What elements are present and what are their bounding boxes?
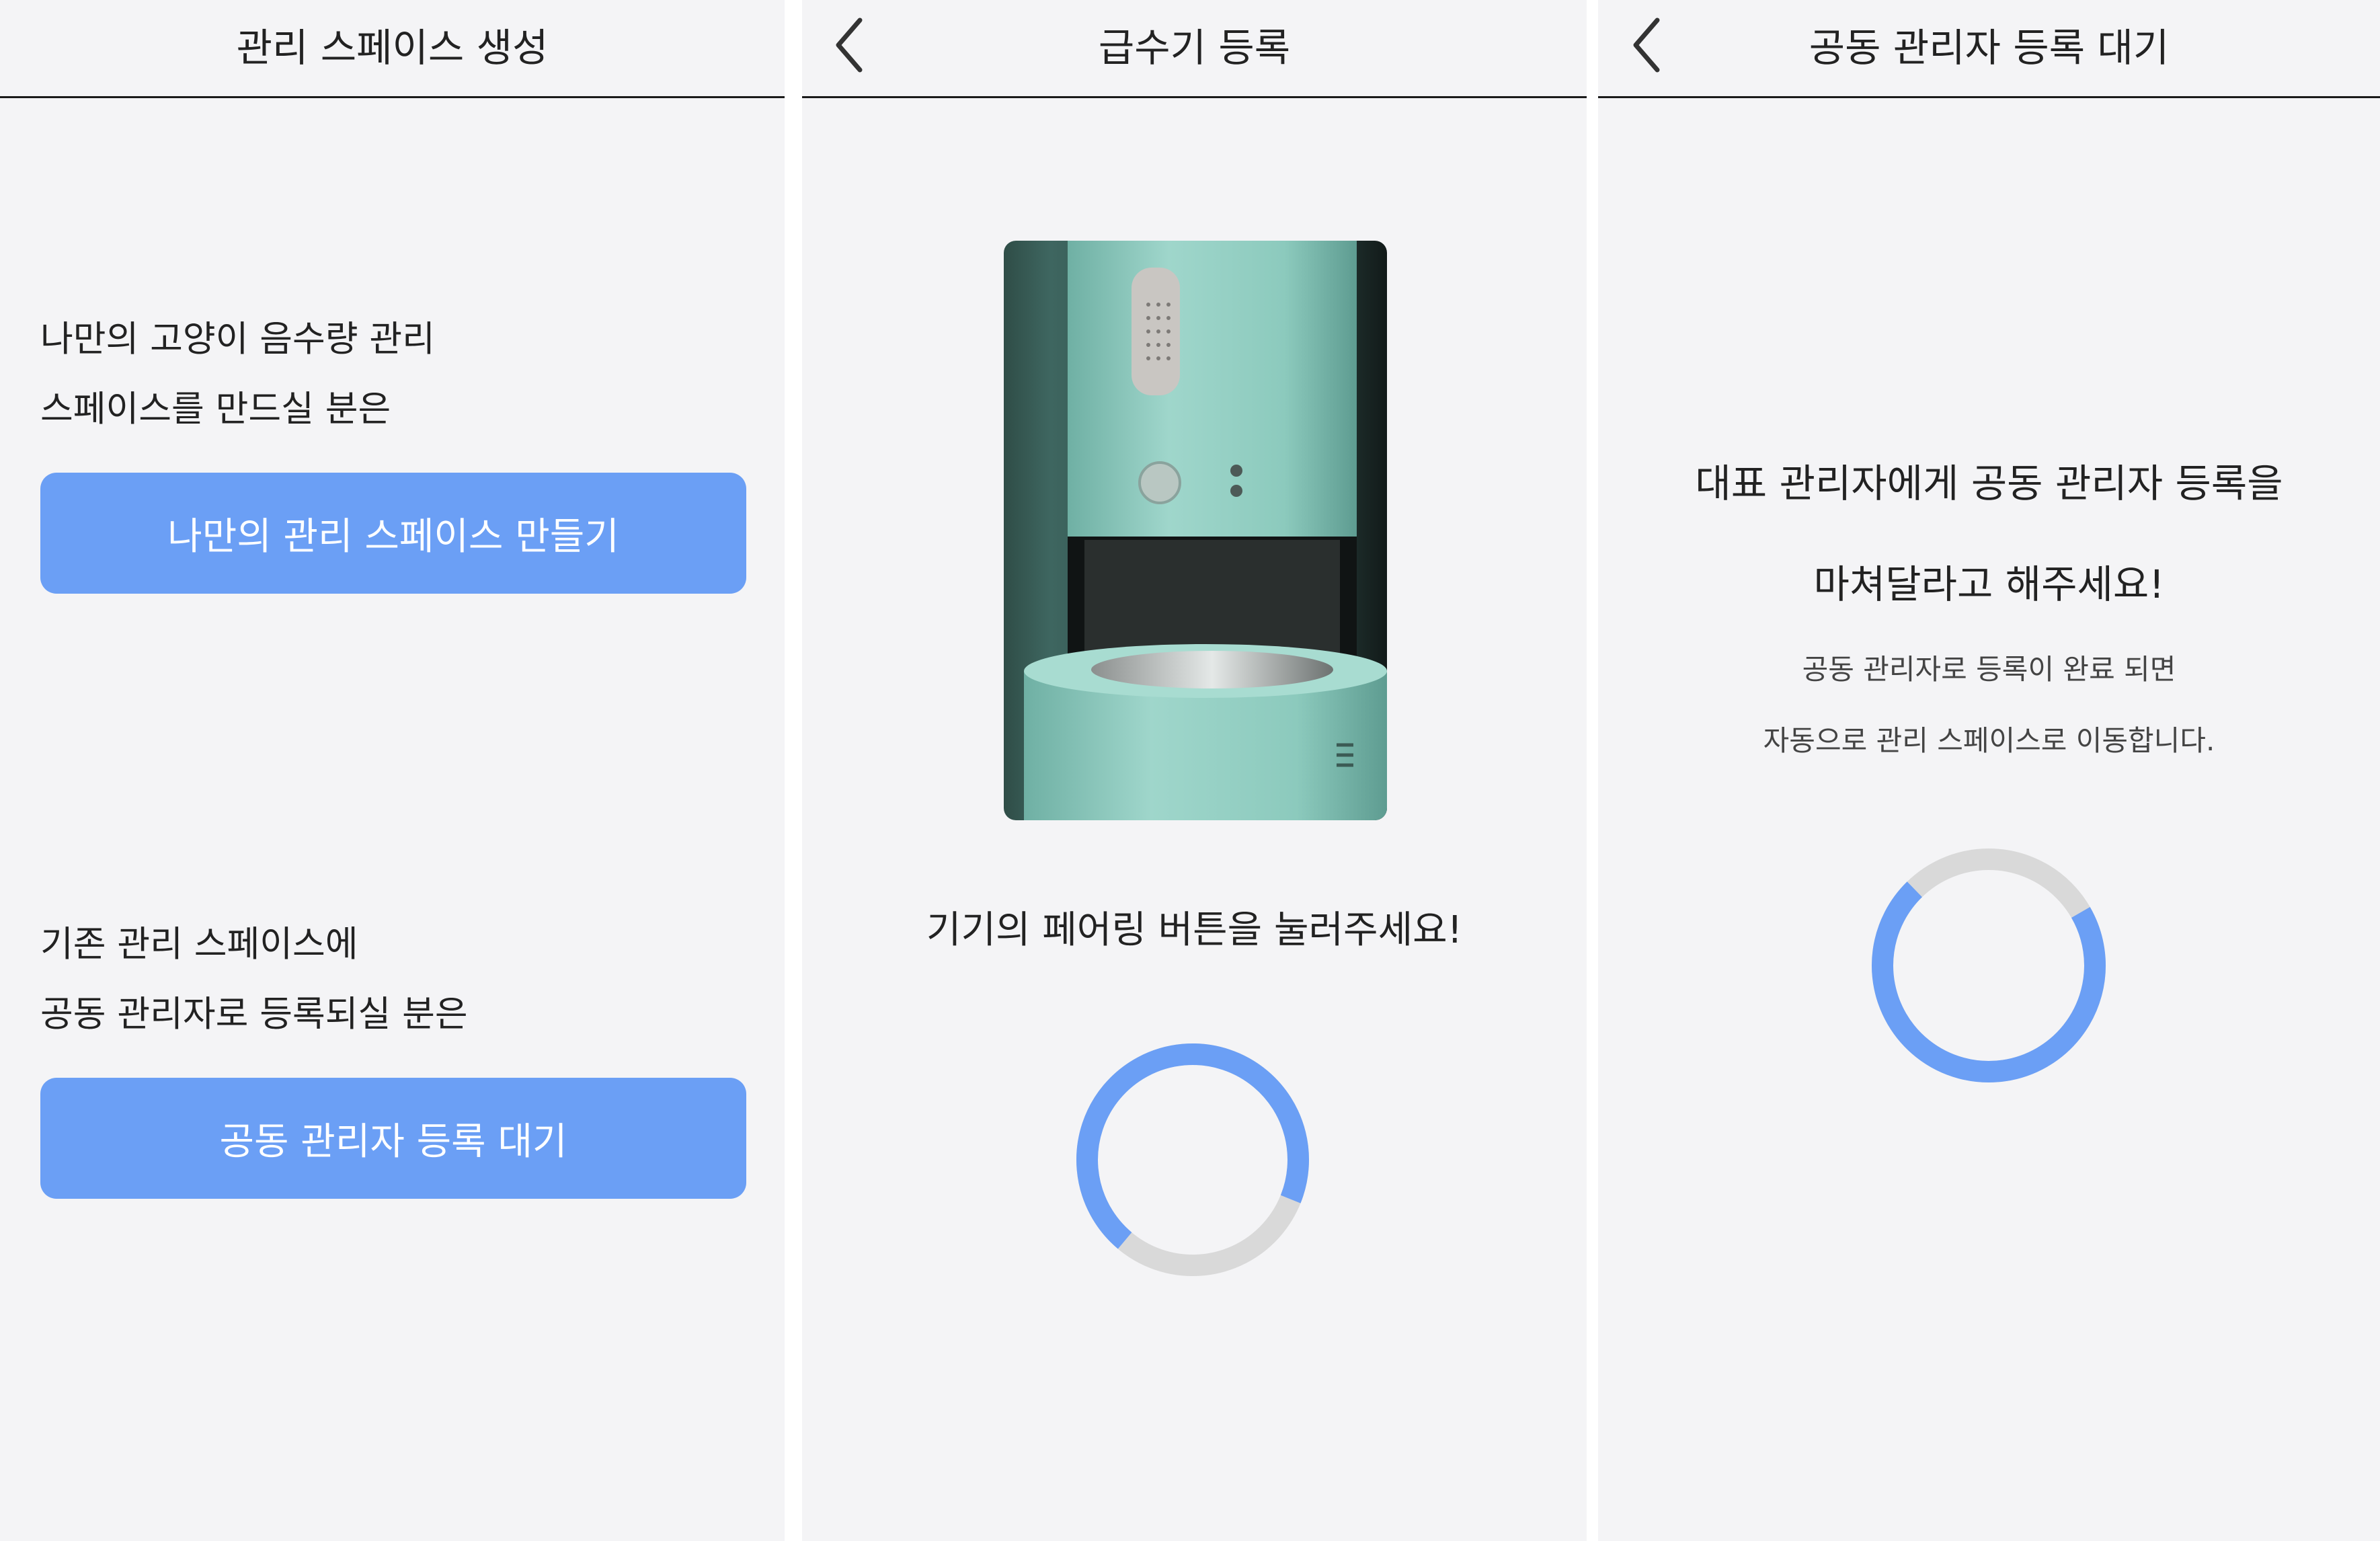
- headline-line2: 마쳐달라고 해주세요!: [1813, 561, 2165, 607]
- subtext-line1: 공동 관리자로 등록이 완료 되면: [1802, 653, 2176, 686]
- page-title: 급수기 등록: [1098, 25, 1291, 71]
- header: 공동 관리자 등록 대기: [1598, 0, 2380, 98]
- join-space-prompt-line1: 기존 관리 스페이스에: [40, 924, 358, 965]
- header: 관리 스페이스 생성: [0, 0, 785, 98]
- create-space-button[interactable]: 나만의 관리 스페이스 만들기: [40, 473, 746, 594]
- co-manager-wait-screen: 공동 관리자 등록 대기 대표 관리자에게 공동 관리자 등록을 마쳐달라고 해…: [1598, 0, 2380, 1541]
- loading-spinner: [1870, 847, 2107, 1084]
- join-space-prompt-line2: 공동 관리자로 등록되실 분은: [40, 994, 468, 1035]
- pairing-instruction: 기기의 페어링 버튼을 눌러주세요!: [926, 908, 1463, 952]
- device-photo: [1004, 241, 1387, 820]
- new-space-prompt-line2: 스페이스를 만드실 분은: [40, 389, 391, 430]
- headline-line1: 대표 관리자에게 공동 관리자 등록을: [1695, 461, 2283, 506]
- loading-spinner: [1075, 1042, 1310, 1277]
- fountain-registration-screen: 급수기 등록 기기의 페어링 버튼을 눌러주세요!: [802, 0, 1587, 1541]
- subtext-line2: 자동으로 관리 스페이스로 이동합니다.: [1763, 724, 2215, 757]
- page-title: 관리 스페이스 생성: [236, 25, 549, 71]
- page-title: 공동 관리자 등록 대기: [1809, 25, 2170, 71]
- space-creation-screen: 관리 스페이스 생성 나만의 고양이 음수량 관리 스페이스를 만드실 분은 나…: [0, 0, 785, 1541]
- header: 급수기 등록: [802, 0, 1587, 98]
- new-space-prompt-line1: 나만의 고양이 음수량 관리: [40, 319, 435, 360]
- co-manager-wait-button[interactable]: 공동 관리자 등록 대기: [40, 1078, 746, 1199]
